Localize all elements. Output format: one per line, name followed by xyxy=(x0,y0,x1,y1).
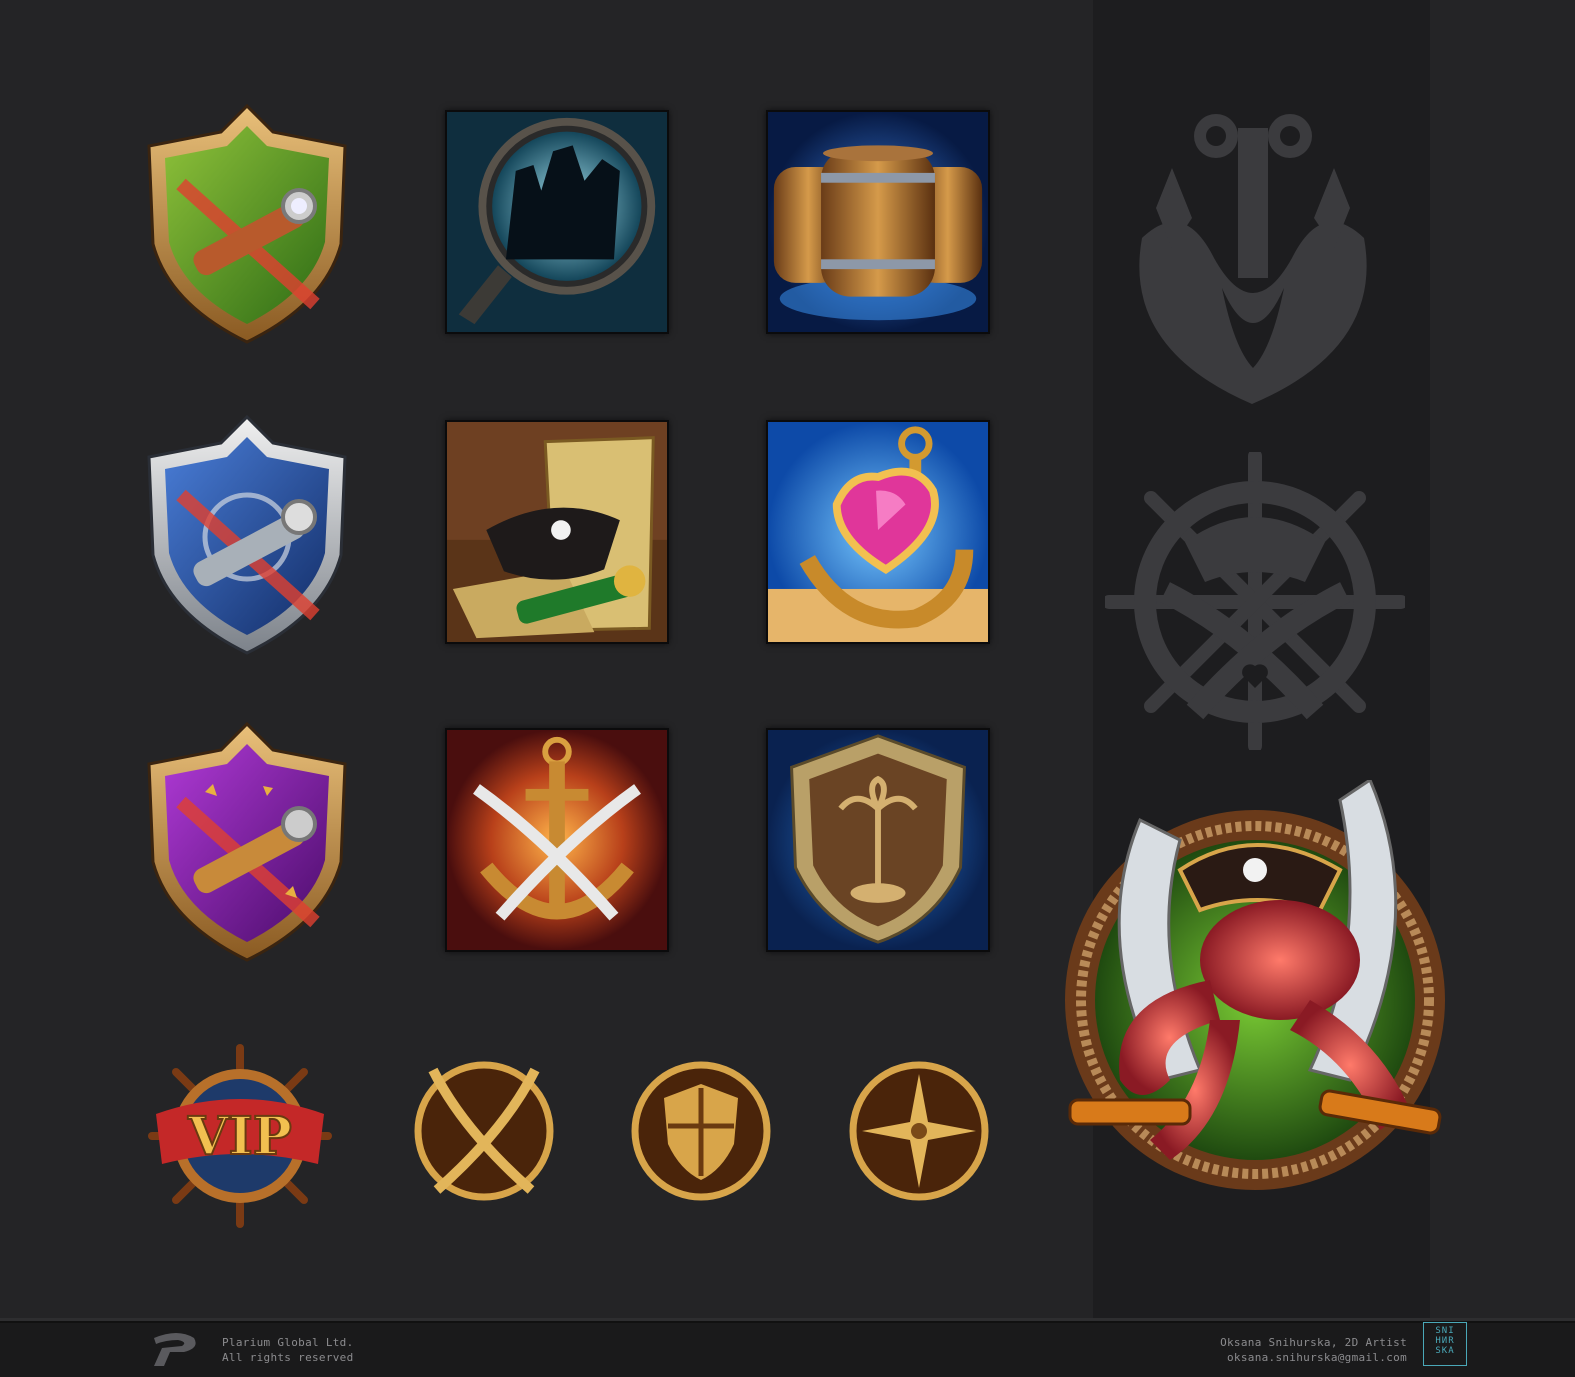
signature-line-1: SNI xyxy=(1435,1326,1455,1336)
anchor-heart-gem-icon[interactable] xyxy=(766,420,990,644)
barrels-icon[interactable] xyxy=(766,110,990,334)
signature-line-3: SKA xyxy=(1435,1346,1455,1356)
crossed-sabers-badge-icon[interactable] xyxy=(413,1060,555,1202)
signature-logo: SNI HИR SKA xyxy=(1423,1322,1467,1366)
seahorse-emblem-icon xyxy=(1112,108,1394,414)
rights-text: All rights reserved xyxy=(222,1351,354,1364)
footer-bar: Plarium Global Ltd. All rights reserved … xyxy=(0,1318,1575,1377)
vip-ship-wheel-icon[interactable]: VIP xyxy=(142,1044,338,1228)
company-name: Plarium Global Ltd. xyxy=(222,1336,354,1349)
signature-line-2: HИR xyxy=(1435,1336,1455,1346)
company-credit: Plarium Global Ltd. All rights reserved xyxy=(222,1335,354,1365)
anchor-sabers-icon[interactable] xyxy=(445,728,669,952)
green-shield-spyglass-icon[interactable] xyxy=(145,104,349,344)
shield-badge-icon[interactable] xyxy=(630,1060,772,1202)
pirate-octopus-emblem-icon xyxy=(1050,780,1460,1200)
vip-label: VIP xyxy=(187,1106,292,1167)
pirate-crew-magnifier-icon[interactable] xyxy=(445,110,669,334)
ship-wheel-swords-emblem-icon xyxy=(1105,452,1405,750)
blue-shield-spyglass-icon[interactable] xyxy=(145,415,349,655)
purple-shield-spyglass-icon[interactable] xyxy=(145,722,349,962)
compass-badge-icon[interactable] xyxy=(848,1060,990,1202)
plarium-logo-icon xyxy=(148,1330,200,1368)
artist-credit: Oksana Snihurska, 2D Artist oksana.snihu… xyxy=(1220,1335,1407,1365)
artist-email: oksana.snihurska@gmail.com xyxy=(1227,1351,1407,1364)
map-hat-spyglass-icon[interactable] xyxy=(445,420,669,644)
palm-island-shield-icon[interactable] xyxy=(766,728,990,952)
artist-name: Oksana Snihurska, 2D Artist xyxy=(1220,1336,1407,1349)
